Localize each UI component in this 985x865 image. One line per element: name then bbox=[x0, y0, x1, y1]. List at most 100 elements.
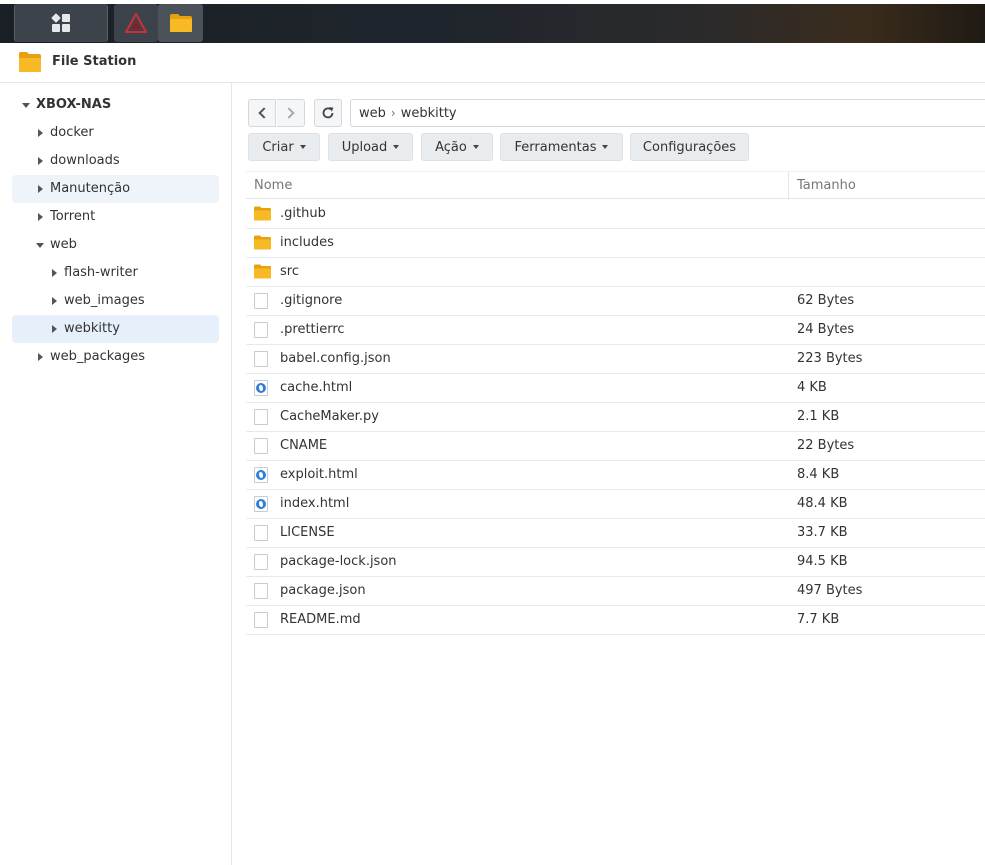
settings-button-label: Configurações bbox=[642, 139, 737, 155]
table-row[interactable]: src bbox=[246, 258, 985, 287]
file-station-window: File Station XBOX-NAS docker downloads M… bbox=[0, 43, 985, 865]
tree-item-downloads[interactable]: downloads bbox=[12, 147, 219, 175]
file-name: index.html bbox=[280, 496, 350, 511]
dropdown-caret-icon bbox=[602, 145, 609, 149]
file-name: README.md bbox=[280, 612, 361, 627]
caret-right-icon[interactable] bbox=[38, 353, 43, 361]
file-name: package-lock.json bbox=[280, 554, 397, 569]
file-list-header: Nome Tamanho bbox=[246, 171, 985, 200]
tree-item-flash-writer[interactable]: flash-writer bbox=[12, 259, 219, 287]
tree-item-web-images[interactable]: web_images bbox=[12, 287, 219, 315]
file-size: 497 Bytes bbox=[797, 583, 863, 598]
file-name: package.json bbox=[280, 583, 366, 598]
caret-right-icon[interactable] bbox=[38, 157, 43, 165]
breadcrumb-separator-icon: › bbox=[390, 106, 396, 120]
tree-item-label: downloads bbox=[50, 153, 120, 168]
file-name: .gitignore bbox=[280, 293, 343, 308]
refresh-button[interactable] bbox=[314, 99, 342, 127]
create-button[interactable]: Criar bbox=[248, 133, 320, 161]
caret-right-icon[interactable] bbox=[38, 213, 43, 221]
file-icon bbox=[254, 612, 268, 628]
caret-down-icon[interactable] bbox=[22, 103, 30, 108]
column-header-size[interactable]: Tamanho bbox=[797, 178, 856, 193]
file-name: src bbox=[280, 264, 299, 279]
tree-item-torrent[interactable]: Torrent bbox=[12, 203, 219, 231]
main-menu-button[interactable] bbox=[14, 4, 108, 42]
table-row[interactable]: index.html 48.4 KB bbox=[246, 490, 985, 519]
table-row[interactable]: includes bbox=[246, 229, 985, 258]
tree-item-label: web_images bbox=[64, 293, 145, 308]
tools-button-label: Ferramentas bbox=[514, 139, 597, 155]
tree-item-label: webkitty bbox=[64, 321, 120, 336]
file-icon bbox=[254, 409, 268, 425]
table-row[interactable]: README.md 7.7 KB bbox=[246, 606, 985, 635]
file-size: 4 KB bbox=[797, 380, 827, 395]
file-icon bbox=[254, 351, 268, 367]
window-title: File Station bbox=[52, 54, 137, 69]
file-icon bbox=[254, 293, 268, 309]
table-row[interactable]: LICENSE 33.7 KB bbox=[246, 519, 985, 548]
taskbar-app-triangle[interactable] bbox=[114, 4, 158, 42]
caret-right-icon[interactable] bbox=[52, 297, 57, 305]
breadcrumb-web[interactable]: web bbox=[359, 106, 386, 121]
file-size: 22 Bytes bbox=[797, 438, 855, 453]
table-row[interactable]: exploit.html 8.4 KB bbox=[246, 461, 985, 490]
forward-button[interactable] bbox=[277, 99, 305, 127]
tree-item-web[interactable]: web bbox=[12, 231, 219, 259]
file-station-icon bbox=[19, 52, 41, 72]
table-row[interactable]: babel.config.json 223 Bytes bbox=[246, 345, 985, 374]
folder-tree: XBOX-NAS docker downloads Manutenção Tor… bbox=[0, 83, 232, 865]
caret-down-icon[interactable] bbox=[36, 243, 44, 248]
dropdown-caret-icon bbox=[393, 145, 400, 149]
table-row[interactable]: package-lock.json 94.5 KB bbox=[246, 548, 985, 577]
window-titlebar: File Station bbox=[0, 43, 985, 83]
taskbar bbox=[0, 0, 985, 43]
file-size: 7.7 KB bbox=[797, 612, 840, 627]
grid-icon bbox=[51, 13, 70, 32]
caret-right-icon[interactable] bbox=[52, 269, 57, 277]
table-row[interactable]: CacheMaker.py 2.1 KB bbox=[246, 403, 985, 432]
folder-icon bbox=[254, 264, 271, 279]
file-icon bbox=[254, 322, 268, 338]
tree-item-web-packages[interactable]: web_packages bbox=[12, 343, 219, 371]
column-header-name[interactable]: Nome bbox=[254, 178, 292, 193]
file-size: 33.7 KB bbox=[797, 525, 848, 540]
settings-button[interactable]: Configurações bbox=[630, 133, 749, 161]
file-name: CNAME bbox=[280, 438, 328, 453]
upload-button[interactable]: Upload bbox=[328, 133, 413, 161]
tree-item-manutencao[interactable]: Manutenção bbox=[12, 175, 219, 203]
create-button-label: Criar bbox=[262, 139, 294, 155]
tools-button[interactable]: Ferramentas bbox=[500, 133, 623, 161]
action-button-label: Ação bbox=[435, 139, 467, 155]
path-bar[interactable]: web › webkitty bbox=[350, 99, 985, 127]
table-row[interactable]: package.json 497 Bytes bbox=[246, 577, 985, 606]
tree-item-label: web bbox=[50, 237, 77, 252]
table-row[interactable]: .github bbox=[246, 200, 985, 229]
back-button[interactable] bbox=[248, 99, 276, 127]
caret-right-icon[interactable] bbox=[38, 129, 43, 137]
table-row[interactable]: .gitignore 62 Bytes bbox=[246, 287, 985, 316]
table-row[interactable]: CNAME 22 Bytes bbox=[246, 432, 985, 461]
file-size: 48.4 KB bbox=[797, 496, 848, 511]
table-row[interactable]: .prettierrc 24 Bytes bbox=[246, 316, 985, 345]
file-icon bbox=[254, 554, 268, 570]
tree-item-label: docker bbox=[50, 125, 94, 140]
action-button[interactable]: Ação bbox=[421, 133, 493, 161]
tree-item-docker[interactable]: docker bbox=[12, 119, 219, 147]
table-row[interactable]: cache.html 4 KB bbox=[246, 374, 985, 403]
file-icon bbox=[254, 525, 268, 541]
html-file-icon bbox=[254, 467, 268, 483]
file-name: CacheMaker.py bbox=[280, 409, 379, 424]
taskbar-app-file-station[interactable] bbox=[158, 4, 203, 42]
column-divider[interactable] bbox=[788, 172, 789, 200]
upload-button-label: Upload bbox=[341, 139, 388, 155]
tree-root-xbox-nas[interactable]: XBOX-NAS bbox=[14, 91, 219, 119]
file-icon bbox=[254, 438, 268, 454]
file-name: .prettierrc bbox=[280, 322, 345, 337]
chevron-right-icon bbox=[282, 107, 295, 119]
tree-item-webkitty[interactable]: webkitty bbox=[12, 315, 219, 343]
caret-right-icon[interactable] bbox=[38, 185, 43, 193]
tree-item-label: Manutenção bbox=[50, 181, 131, 196]
breadcrumb-webkitty[interactable]: webkitty bbox=[401, 106, 457, 121]
caret-right-icon[interactable] bbox=[52, 325, 57, 333]
